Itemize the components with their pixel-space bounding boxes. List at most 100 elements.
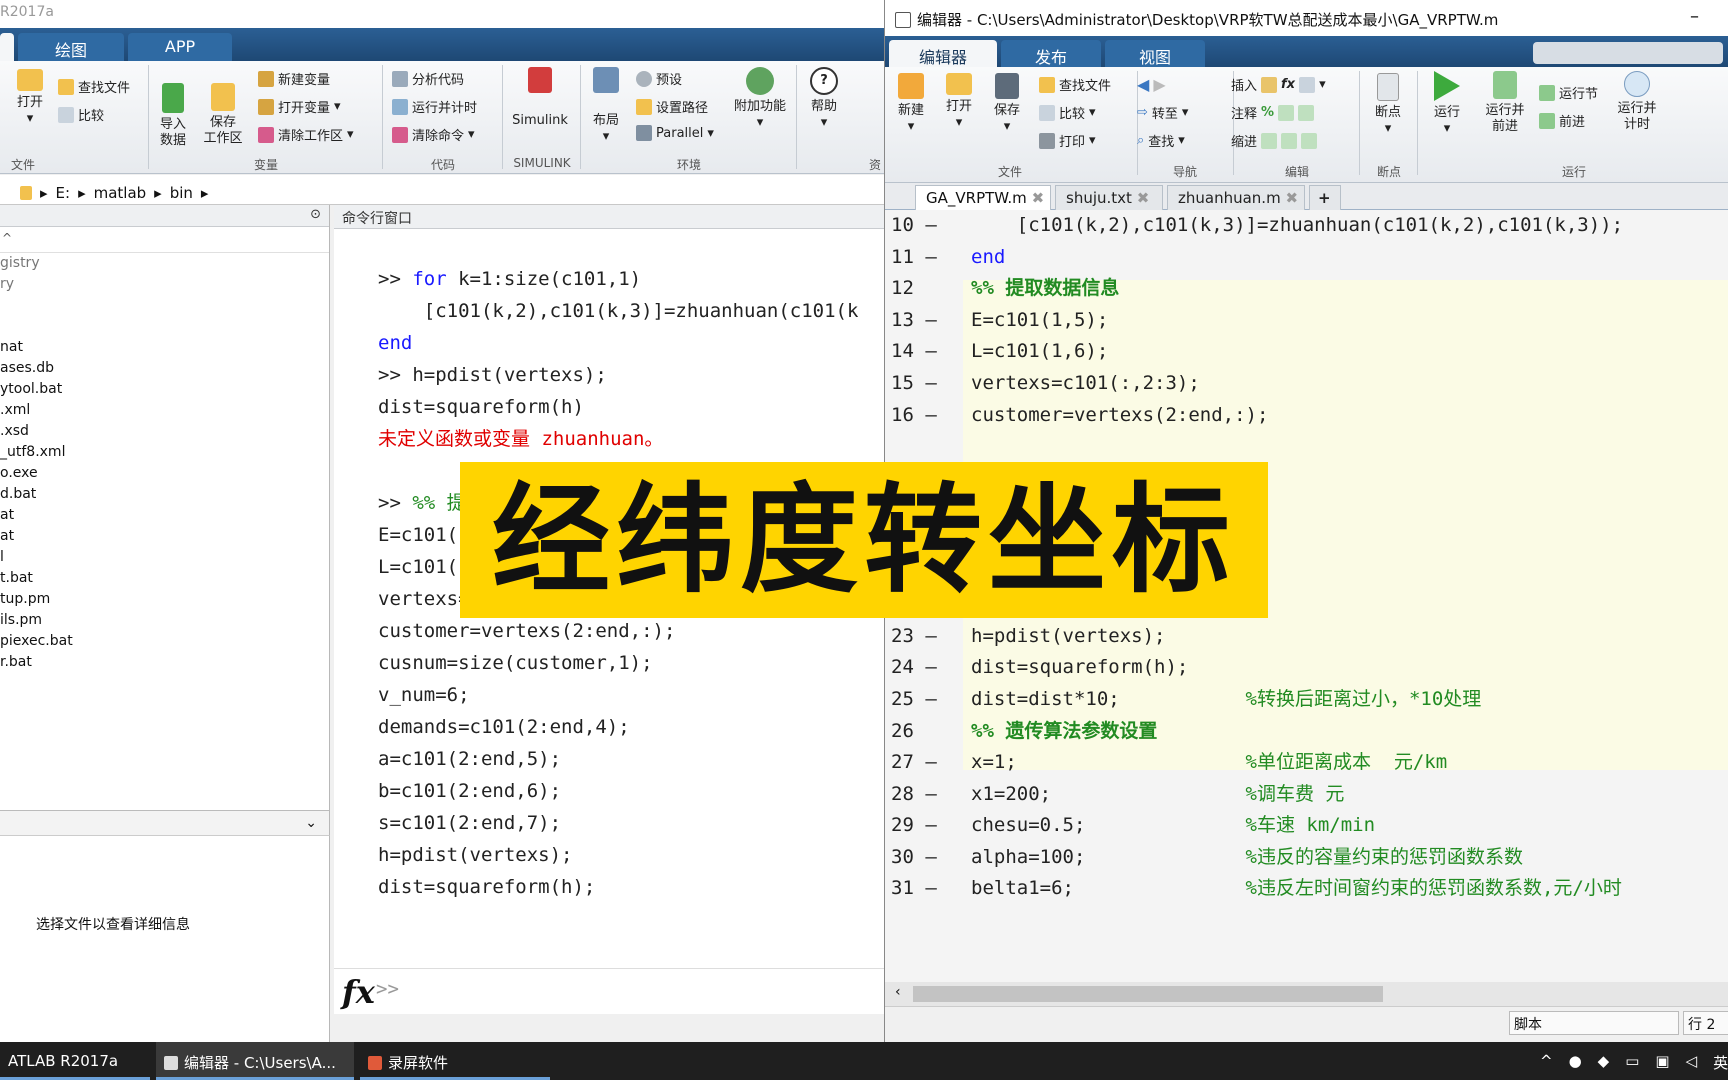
code-line[interactable]: chesu=0.5; %车速 km/min — [971, 810, 1623, 842]
file-tab-zhuanhuan[interactable]: zhuanhuan.m ✖ — [1167, 185, 1305, 210]
file-item[interactable]: at — [0, 505, 329, 526]
fx-icon[interactable]: fx — [1281, 77, 1295, 92]
file-item[interactable]: ases.db — [0, 358, 329, 379]
smart-indent-icon[interactable] — [1261, 132, 1278, 149]
file-item[interactable]: gistry — [0, 253, 329, 274]
file-item[interactable]: l — [0, 547, 329, 568]
quick-access-toolbar[interactable] — [1533, 42, 1723, 64]
code-line[interactable] — [971, 431, 1623, 463]
line-number[interactable]: 27 — — [891, 747, 963, 779]
decrease-indent-icon[interactable] — [1301, 132, 1318, 149]
function-browser-icon[interactable]: fx — [342, 973, 375, 1011]
print-button[interactable]: 打印 ▾ — [1039, 131, 1096, 150]
tab-apps[interactable]: APP — [128, 33, 232, 61]
add-ons-button[interactable]: 附加功能 ▾ — [732, 67, 788, 131]
command-window[interactable]: >> for k=1:size(c101,1) [c101(k,2),c101(… — [334, 229, 884, 1007]
file-item[interactable] — [0, 295, 329, 316]
breakpoints-button[interactable]: 断点 ▾ — [1365, 73, 1411, 137]
line-number[interactable]: 15 — — [891, 368, 963, 400]
file-item[interactable]: ils.pm — [0, 610, 329, 631]
taskbar-item-recorder[interactable]: 录屏软件 — [360, 1042, 550, 1080]
tab-publish[interactable]: 发布 — [1001, 40, 1101, 67]
line-number[interactable]: 10 — — [891, 210, 963, 242]
tab-view[interactable]: 视图 — [1105, 40, 1205, 67]
chevron-up-icon[interactable]: ^ — [1540, 1052, 1553, 1073]
set-path-button[interactable]: 设置路径 — [636, 97, 708, 116]
layout-button[interactable]: 布局 ▾ — [588, 67, 624, 145]
file-item[interactable]: .xsd — [0, 421, 329, 442]
file-item[interactable]: r.bat — [0, 652, 329, 673]
code-line[interactable]: %% 遗传算法参数设置 — [971, 716, 1623, 748]
code-line[interactable]: belta1=6; %违反左时间窗约束的惩罚函数系数,元/小时 — [971, 873, 1623, 905]
new-button[interactable]: 新建 ▾ — [891, 73, 931, 135]
tab-plots[interactable]: 绘图 — [18, 33, 124, 61]
battery-icon[interactable]: ▭ — [1625, 1052, 1639, 1073]
file-tab-shuju[interactable]: shuju.txt ✖ — [1055, 185, 1163, 210]
tab-editor[interactable]: 编辑器 — [889, 40, 997, 67]
file-item[interactable]: nat — [0, 337, 329, 358]
code-line[interactable]: vertexs=c101(:,2:3); — [971, 368, 1623, 400]
percent-icon[interactable]: % — [1261, 105, 1274, 120]
goto-button[interactable]: ⇨ 转至 ▾ — [1137, 103, 1188, 122]
line-number[interactable]: 23 — — [891, 621, 963, 653]
import-data-button[interactable]: 导入 数据 — [152, 67, 194, 149]
code-line[interactable]: x=1; %单位距离成本 元/km — [971, 747, 1623, 779]
code-line[interactable]: end — [971, 242, 1623, 274]
line-number[interactable]: 31 — — [891, 873, 963, 905]
network-icon[interactable]: ▣ — [1655, 1052, 1669, 1073]
indent-button[interactable]: 缩进 — [1231, 131, 1318, 150]
code-line[interactable]: h=pdist(vertexs); — [971, 621, 1623, 653]
editor-compare-button[interactable]: 比较 ▾ — [1039, 103, 1096, 122]
taskbar-item-matlab[interactable]: ATLAB R2017a — [0, 1042, 150, 1080]
comment-button[interactable]: 注释% — [1231, 103, 1315, 122]
wrap-comments-icon[interactable] — [1298, 104, 1315, 121]
horizontal-scrollbar[interactable]: ‹ — [885, 982, 1728, 1006]
breadcrumb-drive[interactable]: E: — [56, 184, 71, 202]
find-files-button[interactable]: 查找文件 — [58, 77, 130, 96]
tab-home-partial[interactable] — [0, 33, 14, 61]
nav-back-forward[interactable]: ◀ ▶ — [1137, 75, 1166, 94]
line-number[interactable]: 30 — — [891, 842, 963, 874]
scroll-left-icon[interactable]: ‹ — [895, 984, 901, 1000]
run-section-button[interactable]: 运行节 — [1539, 83, 1598, 102]
chevron-down-icon[interactable]: ⌄ — [305, 815, 317, 831]
code-line[interactable]: dist=squareform(h); — [971, 652, 1623, 684]
file-item[interactable]: at — [0, 526, 329, 547]
volume-icon[interactable]: ◁ — [1686, 1052, 1698, 1073]
simulink-button[interactable]: Simulink — [510, 67, 570, 129]
save-workspace-button[interactable]: 保存 工作区 — [200, 67, 246, 147]
close-icon[interactable]: ✖ — [1137, 189, 1150, 207]
increase-indent-icon[interactable] — [1281, 132, 1298, 149]
code-line[interactable]: E=c101(1,5); — [971, 305, 1623, 337]
file-item[interactable]: ry — [0, 274, 329, 295]
editor-save-button[interactable]: 保存 ▾ — [987, 73, 1027, 135]
command-prompt-line[interactable]: fx >> — [334, 968, 884, 1014]
line-number[interactable]: 29 — — [891, 810, 963, 842]
line-number[interactable]: 24 — — [891, 652, 963, 684]
breadcrumb-matlab[interactable]: matlab — [94, 184, 147, 202]
line-number[interactable]: 11 — — [891, 242, 963, 274]
line-number[interactable]: 12 — [891, 273, 963, 305]
name-column-header[interactable]: ^ — [0, 227, 329, 253]
code-line[interactable]: dist=dist*10; %转换后距离过小，*10处理 — [971, 684, 1623, 716]
clear-commands-button[interactable]: 清除命令 ▾ — [392, 125, 475, 144]
compare-button[interactable]: 比较 — [58, 105, 104, 124]
run-and-time-editor-button[interactable]: 运行并 计时 — [1609, 71, 1665, 133]
close-icon[interactable]: ✖ — [1032, 189, 1045, 207]
run-and-time-button[interactable]: 运行并计时 — [392, 97, 477, 116]
file-item[interactable]: piexec.bat — [0, 631, 329, 652]
file-item[interactable] — [0, 316, 329, 337]
panel-menu-icon[interactable]: ⊙ — [310, 207, 321, 222]
line-number[interactable]: 16 — — [891, 400, 963, 432]
preferences-button[interactable]: 预设 — [636, 69, 682, 88]
open-variable-button[interactable]: 打开变量 ▾ — [258, 97, 341, 116]
file-item[interactable]: t.bat — [0, 568, 329, 589]
code-line[interactable]: x1=200; %调车费 元 — [971, 779, 1623, 811]
insert-button[interactable]: 插入 fx ▾ — [1231, 75, 1326, 94]
microphone-icon[interactable]: ● — [1569, 1052, 1582, 1073]
minimize-button[interactable]: – — [1690, 6, 1699, 27]
line-number[interactable]: 28 — — [891, 779, 963, 811]
analyze-code-button[interactable]: 分析代码 — [392, 69, 464, 88]
current-folder-address-bar[interactable]: ▸ E: ▸ matlab ▸ bin ▸ — [0, 175, 884, 205]
line-number[interactable]: 13 — — [891, 305, 963, 337]
